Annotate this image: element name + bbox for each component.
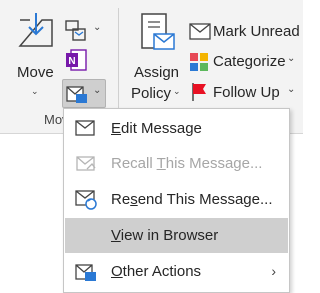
rules-button[interactable]: ⌄ bbox=[63, 20, 103, 44]
menu-item-edit-message[interactable]: Edit Message bbox=[65, 111, 288, 146]
mark-unread-icon bbox=[189, 21, 211, 41]
other-actions-icon bbox=[75, 261, 97, 288]
follow-up-label: Follow Up bbox=[213, 84, 280, 101]
categorize-caret: ⌄ bbox=[287, 53, 296, 64]
resend-message-icon bbox=[75, 189, 99, 216]
svg-text:N: N bbox=[68, 56, 75, 67]
menu-item-label: Resend This Message... bbox=[111, 191, 273, 208]
categorize-icon bbox=[189, 52, 209, 72]
mark-unread-label: Mark Unread bbox=[213, 23, 300, 40]
assign-policy-caret: ⌄ bbox=[173, 86, 181, 96]
mark-unread-button[interactable]: Mark Unread bbox=[188, 20, 300, 44]
onenote-button[interactable]: N bbox=[63, 48, 93, 74]
categorize-label: Categorize bbox=[213, 53, 286, 70]
menu-item-label: Recall This Message... bbox=[111, 155, 263, 172]
assign-policy-line1: Assign bbox=[134, 64, 180, 81]
assign-policy-icon bbox=[140, 12, 176, 52]
menu-item-resend-message[interactable]: Resend This Message... bbox=[65, 182, 288, 217]
follow-up-flag-icon bbox=[191, 82, 209, 102]
move-icon bbox=[18, 12, 54, 48]
categorize-button[interactable]: Categorize ⌄ bbox=[188, 50, 300, 74]
actions-caret: ⌄ bbox=[93, 85, 102, 96]
follow-up-caret: ⌄ bbox=[287, 84, 296, 95]
follow-up-button[interactable]: Follow Up ⌄ bbox=[188, 81, 300, 105]
menu-item-view-in-browser[interactable]: View in Browser bbox=[65, 218, 288, 253]
assign-policy-button[interactable]: Assign Policy ⌄ bbox=[128, 12, 184, 108]
edit-message-icon bbox=[75, 117, 97, 144]
assign-policy-line2: Policy bbox=[131, 85, 172, 102]
move-label: Move bbox=[17, 64, 54, 81]
rules-caret: ⌄ bbox=[93, 22, 102, 33]
menu-item-other-actions[interactable]: Other Actions › bbox=[65, 254, 288, 289]
move-caret: ⌄ bbox=[31, 86, 39, 96]
menu-item-label: View in Browser bbox=[111, 227, 219, 244]
menu-item-label: Edit Message bbox=[111, 120, 202, 137]
actions-icon bbox=[66, 83, 88, 105]
menu-item-label: Other Actions bbox=[111, 263, 202, 280]
ribbon-separator bbox=[118, 8, 119, 108]
actions-menu: Edit Message Recall This Message... Rese… bbox=[63, 108, 290, 293]
submenu-chevron-icon: › bbox=[271, 263, 276, 279]
rules-icon bbox=[65, 20, 87, 42]
actions-button[interactable]: ⌄ bbox=[62, 79, 106, 108]
recall-message-icon bbox=[75, 154, 97, 179]
move-button[interactable]: Move ⌄ bbox=[10, 12, 60, 102]
onenote-icon: N bbox=[65, 49, 87, 71]
menu-item-recall-message: Recall This Message... bbox=[65, 146, 288, 181]
